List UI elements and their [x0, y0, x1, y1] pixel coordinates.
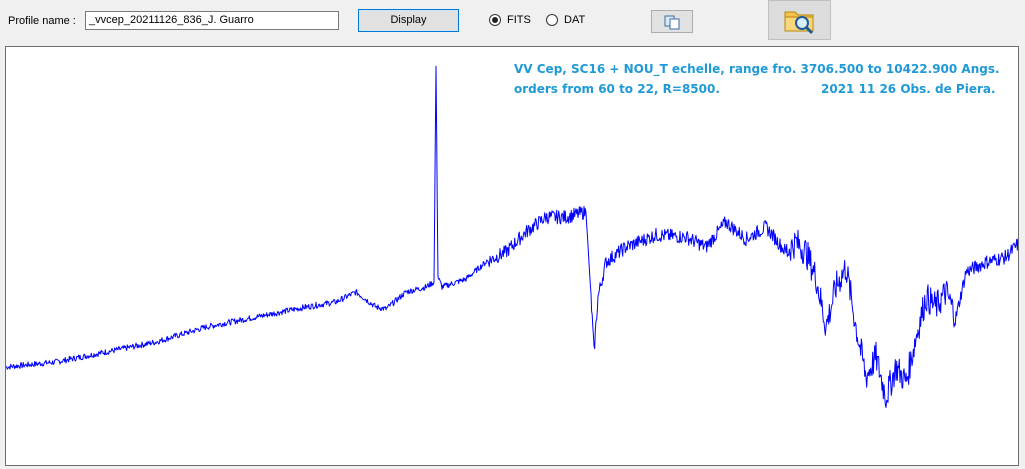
display-button[interactable]: Display — [358, 9, 459, 32]
radio-fits-indicator[interactable] — [489, 14, 501, 26]
radio-dat-label: DAT — [564, 14, 586, 26]
annotation-line-1: VV Cep, SC16 + NOU_T echelle, range fro.… — [514, 62, 1000, 76]
profile-name-label: Profile name : — [8, 15, 76, 27]
annotation-line-2-right: 2021 11 26 Obs. de Piera. — [821, 82, 996, 96]
radio-dat-indicator[interactable] — [546, 14, 558, 26]
profile-name-input[interactable]: _vvcep_20211126_836_J. Guarro — [85, 11, 339, 30]
spectrum-chart — [6, 65, 1018, 408]
radio-fits-label: FITS — [507, 14, 531, 26]
spectrum-plot: VV Cep, SC16 + NOU_T echelle, range fro.… — [5, 46, 1019, 466]
spectrum-series-line — [6, 65, 1018, 408]
annotation-line-2-left: orders from 60 to 22, R=8500. — [514, 82, 720, 96]
radio-fits[interactable]: FITS — [489, 12, 531, 28]
toolbar: Profile name : _vvcep_20211126_836_J. Gu… — [0, 0, 1025, 44]
open-folder-button[interactable] — [768, 0, 831, 40]
radio-dat[interactable]: DAT — [546, 12, 585, 28]
copy-button[interactable] — [651, 10, 693, 33]
